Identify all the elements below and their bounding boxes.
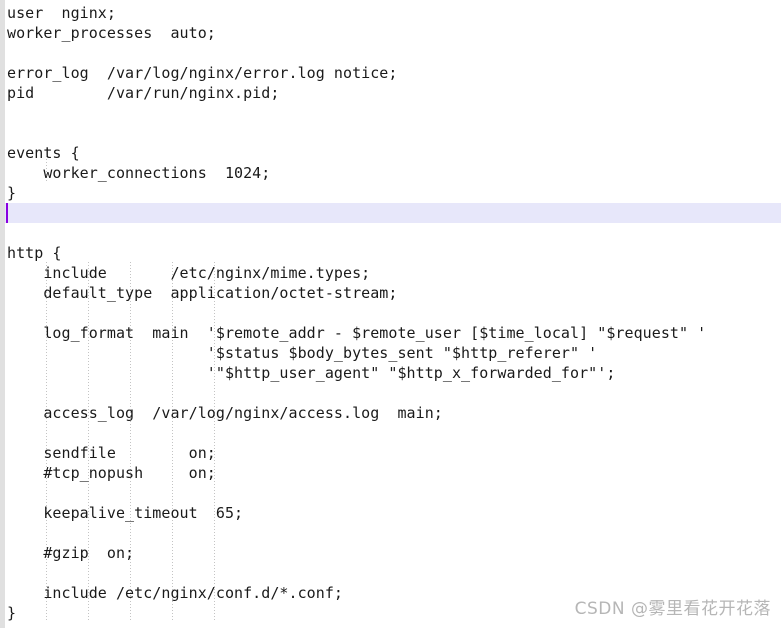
code-line[interactable]: http { xyxy=(7,243,62,263)
code-line[interactable]: worker_processes auto; xyxy=(7,23,216,43)
text-caret xyxy=(6,203,8,223)
code-line[interactable]: include /etc/nginx/mime.types; xyxy=(7,263,370,283)
gutter-strip xyxy=(0,0,5,628)
code-line[interactable]: events { xyxy=(7,143,80,163)
code-line[interactable]: '"$http_user_agent" "$http_x_forwarded_f… xyxy=(7,363,616,383)
code-editor[interactable]: user nginx; worker_processes auto; error_l… xyxy=(0,0,781,628)
code-line[interactable]: '$status $body_bytes_sent "$http_referer… xyxy=(7,343,597,363)
code-line[interactable]: #tcp_nopush on; xyxy=(7,463,216,483)
code-line[interactable]: keepalive_timeout 65; xyxy=(7,503,243,523)
watermark-label: CSDN @雾里看花开花落 xyxy=(574,599,771,619)
code-line[interactable]: worker_connections 1024; xyxy=(7,163,270,183)
code-line[interactable]: } xyxy=(7,603,16,623)
code-line[interactable]: access_log /var/log/nginx/access.log mai… xyxy=(7,403,443,423)
code-line[interactable]: user nginx; xyxy=(7,3,116,23)
code-line[interactable]: } xyxy=(7,183,16,203)
code-line[interactable]: default_type application/octet-stream; xyxy=(7,283,397,303)
code-line[interactable]: include /etc/nginx/conf.d/*.conf; xyxy=(7,583,343,603)
code-line[interactable]: #gzip on; xyxy=(7,543,134,563)
code-line[interactable]: pid /var/run/nginx.pid; xyxy=(7,83,279,103)
code-line[interactable]: sendfile on; xyxy=(7,443,216,463)
code-line[interactable]: log_format main '$remote_addr - $remote_… xyxy=(7,323,706,343)
code-text-layer[interactable]: user nginx; worker_processes auto; error_l… xyxy=(0,0,781,628)
code-line[interactable]: error_log /var/log/nginx/error.log notic… xyxy=(7,63,397,83)
